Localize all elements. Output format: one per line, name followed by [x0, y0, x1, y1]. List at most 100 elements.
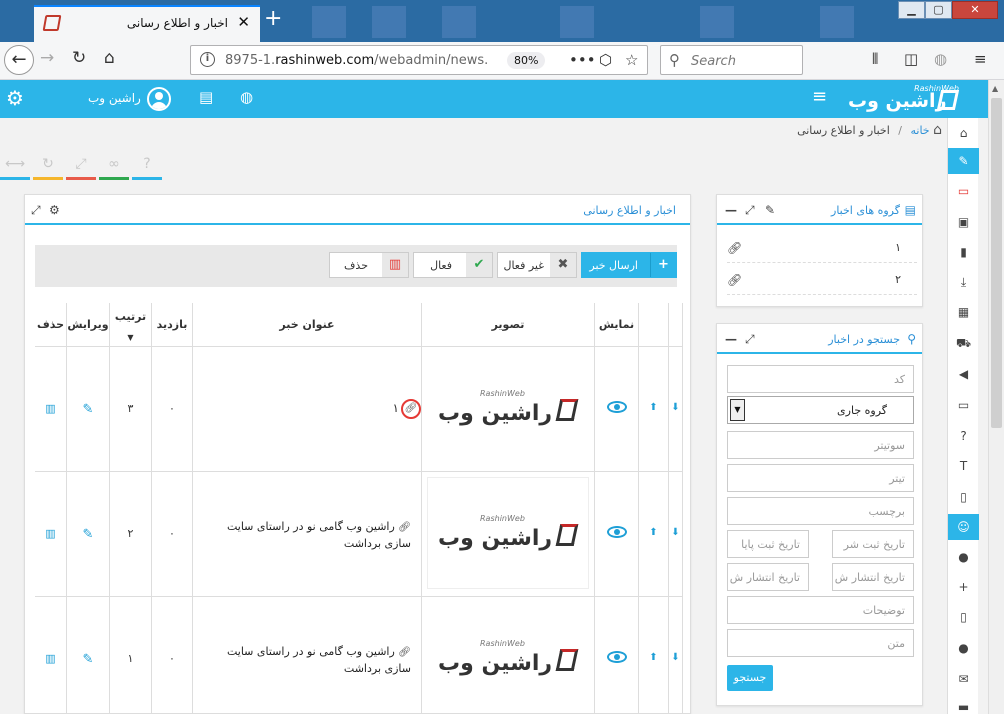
link-icon[interactable]: 🔗︎: [398, 522, 411, 533]
show-cell[interactable]: [595, 472, 639, 597]
arrow-up-icon[interactable]: ⬆: [639, 402, 668, 413]
globe-icon[interactable]: ◍: [934, 50, 947, 68]
sidebar-user-icon[interactable]: ●: [948, 544, 979, 570]
edit-icon[interactable]: ✎: [765, 203, 775, 217]
close-tab-icon[interactable]: ✕: [237, 13, 250, 31]
help-button[interactable]: ?: [132, 152, 162, 180]
fullscreen-button[interactable]: ⤢: [66, 152, 96, 180]
sidebar-question-icon[interactable]: ?: [948, 423, 979, 449]
link-icon[interactable]: 🔗︎: [398, 647, 411, 658]
close-window-button[interactable]: ✕: [952, 1, 998, 19]
arrow-down-icon[interactable]: ⬇: [669, 402, 682, 413]
sidebar-download-icon[interactable]: ⤓: [948, 269, 979, 295]
edit-cell[interactable]: ✎: [67, 597, 110, 713]
group-item[interactable]: 🔗︎ ۲: [727, 265, 917, 295]
pub-date-start-field[interactable]: تاریخ انتشار ش: [832, 563, 914, 591]
sidebar-monitor-icon[interactable]: ▭: [948, 392, 979, 418]
sidebar-folder-icon[interactable]: ▬: [948, 694, 979, 714]
new-tab-button[interactable]: +: [264, 8, 282, 30]
text-field[interactable]: متن: [727, 629, 914, 657]
library-icon[interactable]: ⫴: [872, 50, 878, 68]
maximize-button[interactable]: ▢: [925, 1, 952, 19]
delete-button[interactable]: ▥ حذف: [329, 252, 409, 278]
col-header-order[interactable]: ترتیب ▼: [110, 303, 152, 347]
info-icon[interactable]: i: [200, 52, 215, 67]
search-box[interactable]: ⚲ Search: [660, 45, 803, 75]
news-title[interactable]: ۱: [393, 401, 399, 415]
col-header-delete[interactable]: حذف: [35, 303, 67, 347]
col-header-image[interactable]: تصویر: [422, 303, 595, 347]
chevron-down-icon[interactable]: ▼: [730, 399, 745, 421]
edit-cell[interactable]: ✎: [67, 472, 110, 597]
tag-field[interactable]: برچسب: [727, 497, 914, 525]
pub-date-end-field[interactable]: تاریخ انتشار ش: [727, 563, 809, 591]
delete-cell[interactable]: ▥: [35, 472, 67, 597]
storage-icon[interactable]: ▤: [199, 90, 213, 105]
sidebar-cart-icon[interactable]: ⛟: [948, 330, 979, 356]
link-icon[interactable]: 🔗︎: [727, 241, 742, 255]
pencil-icon[interactable]: ✎: [67, 402, 109, 417]
sidebar-users-icon[interactable]: ☺: [948, 514, 979, 540]
scroll-thumb[interactable]: [991, 98, 1002, 428]
table-row[interactable]: ⬇ ⬆ RashinWeb راشین وب 🔗︎ راشین وب گامی …: [35, 472, 683, 597]
home-button[interactable]: ⌂: [104, 50, 115, 67]
sidebar-film-icon[interactable]: ▦: [948, 299, 979, 325]
menu-toggle-icon[interactable]: ≡: [812, 88, 827, 106]
row-select-cell[interactable]: ⬇: [669, 597, 683, 713]
col-header-title[interactable]: عنوان خبر: [193, 303, 422, 347]
delete-cell[interactable]: ▥: [35, 597, 67, 713]
sidebar-text-icon[interactable]: T: [948, 453, 979, 479]
sidebar-edit-icon[interactable]: ✎: [948, 148, 979, 174]
pencil-icon[interactable]: ✎: [67, 527, 109, 542]
link-icon[interactable]: 🔗︎: [401, 399, 421, 419]
search-submit-button[interactable]: جستجو: [727, 665, 773, 691]
arrow-up-icon[interactable]: ⬆: [639, 652, 668, 663]
eye-icon[interactable]: [607, 401, 627, 413]
reg-date-start-field[interactable]: تاریخ ثبت شر: [832, 530, 914, 558]
delete-cell[interactable]: ▥: [35, 347, 67, 472]
refresh-button[interactable]: ↻: [33, 152, 63, 180]
sidebar-mobile-icon[interactable]: ▯: [948, 604, 979, 630]
sidebar-file-icon[interactable]: ▮: [948, 239, 979, 265]
minimize-button[interactable]: ▁: [898, 1, 925, 19]
settings-gear-icon[interactable]: ⚙: [6, 88, 24, 108]
expand-icon[interactable]: ⤢: [745, 332, 755, 347]
col-header-visits[interactable]: بازدید: [152, 303, 193, 347]
browser-tab[interactable]: اخبار و اطلاع رسانی ✕: [34, 5, 260, 42]
activate-button[interactable]: ✔ فعال: [413, 252, 493, 278]
link-icon[interactable]: 🔗︎: [727, 273, 742, 287]
back-button[interactable]: ←: [4, 45, 34, 75]
row-select-cell[interactable]: ⬇: [669, 472, 683, 597]
eye-icon[interactable]: [607, 651, 627, 663]
code-field[interactable]: کد: [727, 365, 914, 393]
expand-icon[interactable]: ⤢: [31, 203, 41, 218]
group-item[interactable]: 🔗︎ ۱: [727, 233, 917, 263]
arrow-down-icon[interactable]: ⬇: [669, 652, 682, 663]
username[interactable]: راشین وب: [88, 91, 141, 105]
trash-icon[interactable]: ▥: [35, 652, 66, 665]
group-select[interactable]: گروه جاری ▼: [727, 396, 914, 424]
trash-icon[interactable]: ▥: [35, 527, 66, 540]
globe-site-icon[interactable]: ◍: [240, 90, 253, 105]
sidebar-news-icon[interactable]: ▭: [948, 178, 979, 204]
breadcrumb-home[interactable]: خانه: [910, 124, 929, 137]
page-actions-icon[interactable]: •••: [569, 51, 596, 69]
user-avatar-icon[interactable]: [147, 87, 171, 111]
eye-icon[interactable]: [607, 526, 627, 538]
arrow-down-icon[interactable]: ⬇: [669, 527, 682, 538]
scroll-up-icon[interactable]: ▲: [992, 84, 998, 93]
sidebar-document-icon[interactable]: ▯: [948, 484, 979, 510]
sidebar-mail-icon[interactable]: ✉: [948, 666, 979, 692]
move-cell[interactable]: ⬆: [639, 347, 669, 472]
sidebar-home-icon[interactable]: ⌂: [948, 120, 979, 146]
headline-field[interactable]: تیتر: [727, 464, 914, 492]
table-row[interactable]: ⬇ ⬆ RashinWeb راشین وب ۱ 🔗︎ ۰ ۳ ✎ ▥: [35, 347, 683, 472]
col-header-show[interactable]: نمایش: [595, 303, 639, 347]
expand-icon[interactable]: ⤢: [745, 203, 755, 218]
show-cell[interactable]: [595, 597, 639, 713]
pencil-icon[interactable]: ✎: [67, 652, 109, 667]
subtitle-field[interactable]: سوتیتر: [727, 431, 914, 459]
edit-cell[interactable]: ✎: [67, 347, 110, 472]
hamburger-menu-icon[interactable]: ≡: [974, 50, 987, 68]
brand-logo[interactable]: RashinWeb راشین وب: [844, 84, 960, 114]
